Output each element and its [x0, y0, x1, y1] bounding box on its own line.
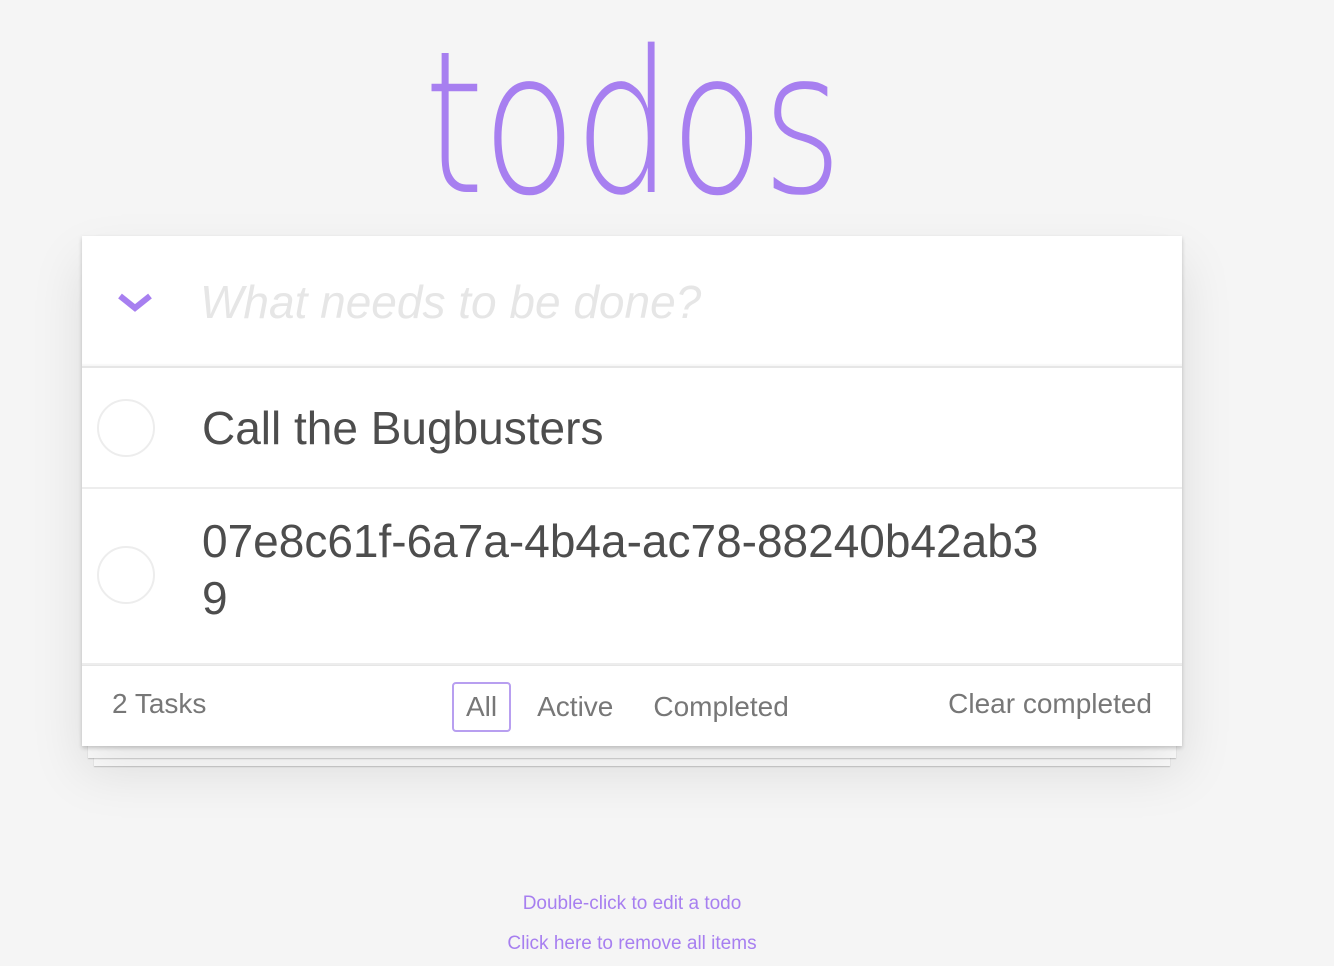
toggle-all-button[interactable]	[116, 288, 154, 316]
app-title: todos	[423, 8, 843, 239]
remove-all-link[interactable]: Click here to remove all items	[0, 933, 1264, 955]
todo-label[interactable]: Call the Bugbusters	[202, 400, 1052, 457]
chevron-down-icon	[118, 293, 152, 312]
filter-completed-link[interactable]: Completed	[639, 682, 802, 732]
todo-item[interactable]: Call the Bugbusters	[82, 368, 1182, 489]
new-todo-input[interactable]	[200, 270, 1160, 334]
todo-panel: Call the Bugbusters 07e8c61f-6a7a-4b4a-a…	[82, 236, 1182, 746]
filter-item: Active	[523, 682, 639, 732]
todo-toggle-checkbox[interactable]	[97, 399, 155, 457]
todo-app: Call the Bugbusters 07e8c61f-6a7a-4b4a-a…	[82, 236, 1182, 746]
todo-footer: 2 Tasks All Active Completed Clear compl…	[82, 665, 1182, 746]
todo-count: 2 Tasks	[112, 688, 207, 719]
filter-item: All	[452, 682, 523, 732]
todo-toggle-checkbox[interactable]	[97, 546, 155, 604]
filter-active-link[interactable]: Active	[523, 682, 627, 732]
filter-item: Completed	[639, 682, 814, 732]
filter-all-link[interactable]: All	[452, 682, 512, 732]
filter-tabs: All Active Completed	[452, 682, 815, 732]
todo-item[interactable]: 07e8c61f-6a7a-4b4a-ac78-88240b42ab39	[82, 489, 1182, 665]
new-todo-header	[82, 236, 1182, 368]
todo-list: Call the Bugbusters 07e8c61f-6a7a-4b4a-a…	[82, 368, 1182, 665]
todo-label[interactable]: 07e8c61f-6a7a-4b4a-ac78-88240b42ab39	[202, 513, 1052, 627]
edit-hint-text: Double-click to edit a todo	[522, 893, 742, 914]
clear-completed-button[interactable]: Clear completed	[948, 688, 1152, 720]
